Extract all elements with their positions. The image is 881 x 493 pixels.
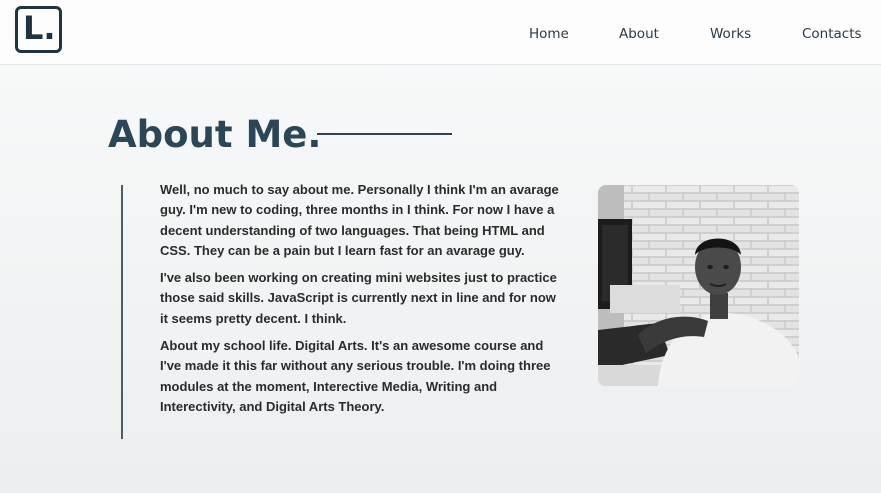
bio-text: Well, no much to say about me. Personall… <box>160 180 565 424</box>
bio-paragraph: Well, no much to say about me. Personall… <box>160 182 559 258</box>
profile-photo <box>598 185 799 386</box>
vertical-divider <box>121 185 123 439</box>
logo[interactable]: L. <box>15 6 62 53</box>
bio-paragraph: I've also been working on creating mini … <box>160 270 557 326</box>
logo-text: L. <box>23 9 56 47</box>
page-title: About Me. <box>108 113 322 156</box>
heading-underline <box>317 133 452 135</box>
bio-paragraph: About my school life. Digital Arts. It's… <box>160 338 551 414</box>
nav-link-about[interactable]: About <box>619 26 659 42</box>
nav-link-home[interactable]: Home <box>529 26 569 42</box>
profile-photo-image <box>598 185 799 386</box>
navbar: L. Home About Works Contacts <box>0 0 881 65</box>
nav-link-contacts[interactable]: Contacts <box>802 26 862 42</box>
nav-link-works[interactable]: Works <box>710 26 751 42</box>
